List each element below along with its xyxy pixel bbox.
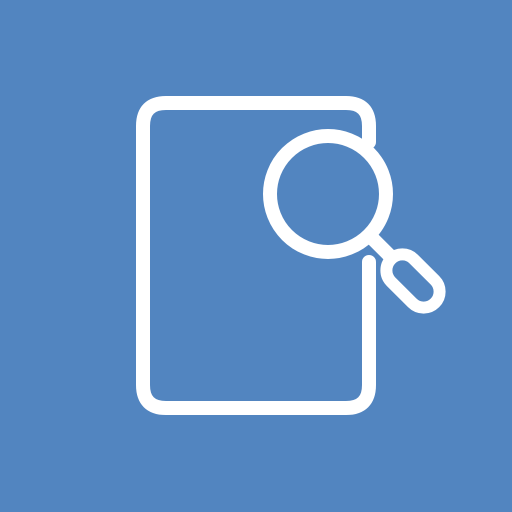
document-search-app-icon[interactable]: [0, 0, 512, 512]
icon-background: [0, 0, 512, 512]
document-search-icon: [0, 0, 512, 512]
